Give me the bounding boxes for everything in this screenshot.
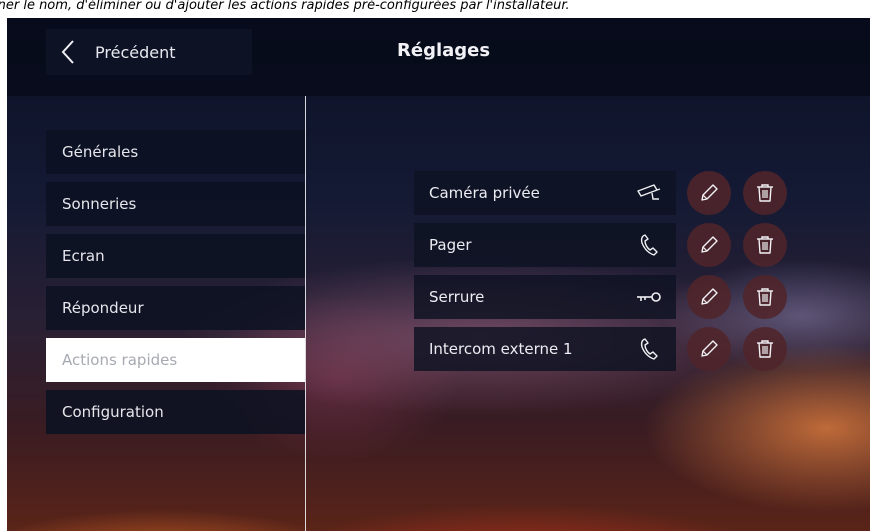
pencil-icon	[701, 340, 718, 357]
quick-action-label: Serrure	[429, 288, 485, 306]
menu-item-configuration[interactable]: Configuration	[46, 390, 305, 434]
key-icon	[637, 292, 661, 302]
menu-item-label: Configuration	[62, 403, 164, 421]
page-title: Réglages	[397, 40, 491, 61]
quick-action-row: Intercom externe 1	[414, 327, 790, 371]
menu-item-sonneries[interactable]: Sonneries	[46, 182, 305, 226]
pencil-icon	[701, 288, 718, 305]
quick-action-row: Caméra privée	[414, 171, 790, 215]
trash-icon	[757, 288, 773, 306]
camera-icon	[637, 184, 661, 200]
delete-button[interactable]	[743, 327, 787, 371]
delete-button[interactable]	[743, 223, 787, 267]
menu-item-actions-rapides[interactable]: Actions rapides	[46, 338, 305, 382]
quick-action-item[interactable]: Pager	[414, 223, 676, 267]
edit-button[interactable]	[687, 223, 731, 267]
menu-item-generales[interactable]: Générales	[46, 130, 305, 174]
pencil-icon	[701, 236, 718, 253]
menu-item-ecran[interactable]: Ecran	[46, 234, 305, 278]
back-button[interactable]: Précédent	[46, 29, 252, 75]
delete-button[interactable]	[743, 275, 787, 319]
quick-action-label: Pager	[429, 236, 472, 254]
quick-action-item[interactable]: Serrure	[414, 275, 676, 319]
menu-item-repondeur[interactable]: Répondeur	[46, 286, 305, 330]
panel-divider	[305, 96, 306, 531]
menu-item-label: Répondeur	[62, 299, 144, 317]
quick-action-item[interactable]: Caméra privée	[414, 171, 676, 215]
settings-menu: Générales Sonneries Ecran Répondeur Acti…	[46, 130, 305, 442]
edit-button[interactable]	[687, 275, 731, 319]
top-bar: Précédent Réglages	[7, 18, 870, 96]
chevron-left-icon	[61, 40, 74, 64]
instruction-caption: iner le nom, d'éliminer ou d'ajouter les…	[0, 0, 570, 13]
back-button-label: Précédent	[95, 42, 176, 62]
trash-icon	[757, 340, 773, 358]
menu-item-label: Générales	[62, 143, 139, 161]
trash-icon	[757, 184, 773, 202]
menu-item-label: Ecran	[62, 247, 105, 265]
edit-button[interactable]	[687, 171, 731, 215]
delete-button[interactable]	[743, 171, 787, 215]
quick-action-row: Serrure	[414, 275, 790, 319]
quick-action-row: Pager	[414, 223, 790, 267]
quick-action-label: Intercom externe 1	[429, 340, 573, 358]
menu-item-label: Actions rapides	[62, 351, 178, 369]
trash-icon	[757, 236, 773, 254]
quick-action-label: Caméra privée	[429, 184, 540, 202]
quick-actions-list: Caméra privée Pager Serrure Intercom ext…	[414, 171, 790, 379]
phone-icon	[640, 234, 658, 256]
menu-item-label: Sonneries	[62, 195, 137, 213]
quick-action-item[interactable]: Intercom externe 1	[414, 327, 676, 371]
edit-button[interactable]	[687, 327, 731, 371]
device-screen: Précédent Réglages Générales Sonneries E…	[7, 18, 870, 531]
phone-icon	[640, 338, 658, 360]
pencil-icon	[701, 184, 718, 201]
